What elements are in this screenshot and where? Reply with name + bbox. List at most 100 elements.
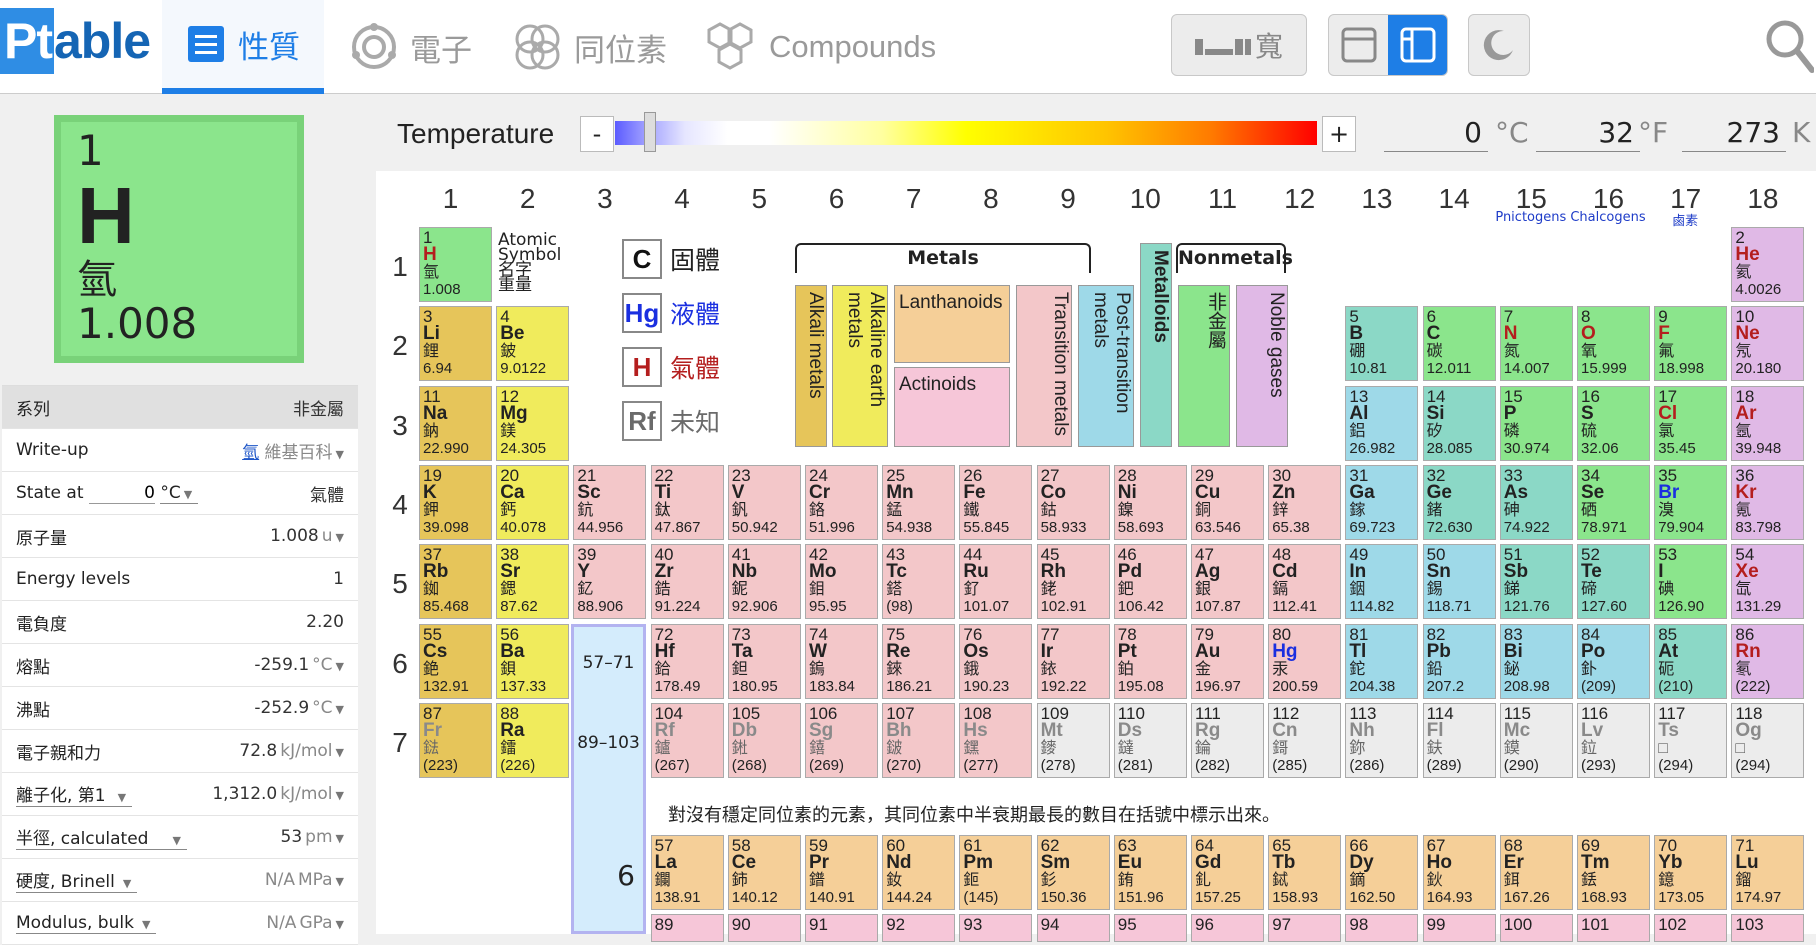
group-number[interactable]: 8: [952, 183, 1029, 215]
temperature-decrease-button[interactable]: -: [580, 116, 614, 152]
element-cell[interactable]: 117 Ts □ (294): [1654, 702, 1728, 778]
element-cell[interactable]: 112 Cn 鎶 (285): [1268, 702, 1342, 778]
tab-isotopes[interactable]: 同位素: [512, 0, 667, 94]
element-cell[interactable]: 109 Mt 䥑 (278): [1036, 702, 1110, 778]
element-cell[interactable]: 25 Mn 錳 54.938: [882, 464, 956, 540]
legend-solid[interactable]: C 固體: [622, 239, 720, 279]
legend-metalloids[interactable]: Metalloids: [1140, 243, 1172, 447]
tab-electrons[interactable]: 電子: [350, 0, 472, 94]
element-cell[interactable]: 61 Pm 鉕 (145): [959, 835, 1033, 910]
fahrenheit-input[interactable]: 32: [1536, 114, 1640, 152]
element-cell[interactable]: 106 Sg 𨭎 (269): [805, 702, 878, 778]
element-cell[interactable]: 48 Cd 鎘 112.41: [1268, 544, 1342, 620]
element-cell[interactable]: 95: [1113, 914, 1187, 942]
element-cell[interactable]: 11 Na 鈉 22.990: [419, 385, 492, 461]
group-number[interactable]: 12: [1261, 183, 1338, 215]
element-cell[interactable]: 115 Mc 鏌 (290): [1499, 702, 1573, 778]
group-number[interactable]: 1: [412, 183, 489, 215]
element-cell[interactable]: 79 Au 金 196.97: [1191, 623, 1264, 699]
element-cell[interactable]: 35 Br 溴 79.904: [1654, 464, 1728, 540]
element-cell[interactable]: 31 Ga 鎵 69.723: [1345, 464, 1419, 540]
element-cell[interactable]: 36 Kr 氪 83.798: [1731, 464, 1805, 540]
element-cell[interactable]: 8 O 氧 15.999: [1577, 306, 1650, 382]
radius-unit-select[interactable]: pm: [305, 827, 332, 847]
element-cell[interactable]: 70 Yb 鐿 173.05: [1654, 835, 1728, 910]
element-cell[interactable]: 51 Sb 銻 121.76: [1499, 544, 1573, 620]
state-unit-select[interactable]: °C ▼: [160, 483, 199, 504]
element-cell[interactable]: 113 Nh 鉨 (286): [1345, 702, 1419, 778]
element-cell[interactable]: 91: [805, 914, 878, 942]
hardness-select[interactable]: 硬度, Brinell ▼: [16, 867, 138, 893]
writeup-link[interactable]: 氫: [242, 443, 259, 463]
period-number[interactable]: 6: [388, 648, 412, 680]
temperature-increase-button[interactable]: +: [1322, 116, 1356, 152]
tab-compounds[interactable]: Compounds: [703, 0, 936, 94]
element-cell[interactable]: 71 Lu 鎦 174.97: [1731, 835, 1805, 910]
element-cell[interactable]: 15 P 磷 30.974: [1499, 385, 1573, 461]
element-cell[interactable]: 16 S 硫 32.06: [1577, 385, 1650, 461]
element-cell[interactable]: 99: [1422, 914, 1496, 942]
element-cell[interactable]: 54 Xe 氙 131.29: [1731, 544, 1805, 620]
element-cell[interactable]: 72 Hf 鉿 178.49: [650, 623, 724, 699]
element-cell[interactable]: 26 Fe 鐵 55.845: [959, 464, 1033, 540]
ionization-select[interactable]: 離子化, 第1 ▼: [16, 781, 133, 807]
element-cell[interactable]: 42 Mo 鉬 95.95: [805, 544, 878, 620]
element-cell[interactable]: 49 In 銦 114.82: [1345, 544, 1419, 620]
kelvin-input[interactable]: 273: [1682, 114, 1786, 152]
element-cell[interactable]: 116 Lv 鉝 (293): [1577, 702, 1650, 778]
temperature-slider-track[interactable]: [615, 121, 1317, 145]
element-cell[interactable]: 58 Ce 鈰 140.12: [727, 835, 801, 910]
writeup-source-select[interactable]: 維基百科: [265, 443, 333, 463]
element-cell[interactable]: 59 Pr 鐠 140.91: [805, 835, 878, 910]
element-cell[interactable]: 6 C 碳 12.011: [1422, 306, 1496, 382]
element-cell[interactable]: 90: [727, 914, 801, 942]
period-number[interactable]: 2: [388, 330, 412, 362]
boil-unit-select[interactable]: °C: [312, 698, 332, 718]
element-cell[interactable]: 57 La 鑭 138.91: [650, 835, 724, 910]
element-cell[interactable]: 105 Db 𨧀 (268): [727, 702, 801, 778]
period-number[interactable]: 7: [388, 727, 412, 759]
element-cell[interactable]: 32 Ge 鍺 72.630: [1422, 464, 1496, 540]
element-cell[interactable]: 22 Ti 鈦 47.867: [650, 464, 724, 540]
element-cell[interactable]: 74 W 鎢 183.84: [805, 623, 878, 699]
group-number[interactable]: 11: [1184, 183, 1261, 215]
legend-noble-gases[interactable]: Noble gases: [1236, 285, 1288, 447]
search-button[interactable]: [1764, 18, 1815, 78]
element-cell[interactable]: 7 N 氮 14.007: [1499, 306, 1573, 382]
element-cell[interactable]: 69 Tm 銩 168.93: [1577, 835, 1650, 910]
element-cell[interactable]: 24 Cr 鉻 51.996: [805, 464, 878, 540]
element-cell[interactable]: 5 B 硼 10.81: [1345, 306, 1419, 382]
element-cell[interactable]: 89: [650, 914, 724, 942]
element-cell[interactable]: 50 Sn 錫 118.71: [1422, 544, 1496, 620]
legend-liquid[interactable]: Hg 液體: [622, 293, 720, 333]
legend-alkaline-earth[interactable]: Alkaline earth metals: [832, 285, 888, 447]
element-cell[interactable]: 84 Po 釙 (209): [1577, 623, 1650, 699]
legend-unknown[interactable]: Rf 未知: [622, 401, 720, 441]
element-cell[interactable]: 60 Nd 釹 144.24: [882, 835, 956, 910]
element-cell[interactable]: 83 Bi 鉍 208.98: [1499, 623, 1573, 699]
group-number[interactable]: 10: [1107, 183, 1184, 215]
element-cell[interactable]: 93: [959, 914, 1033, 942]
ptable-logo[interactable]: Ptable: [0, 8, 151, 78]
element-cell[interactable]: 39 Y 釔 88.906: [573, 544, 647, 620]
wide-layout-button[interactable]: 寬: [1171, 14, 1307, 76]
element-cell[interactable]: 100: [1499, 914, 1573, 942]
element-cell[interactable]: 102: [1654, 914, 1728, 942]
radius-select[interactable]: 半徑, calculated ▼: [16, 824, 187, 850]
element-cell[interactable]: 76 Os 鋨 190.23: [959, 623, 1033, 699]
temperature-slider-handle[interactable]: [644, 112, 656, 152]
melt-unit-select[interactable]: °C: [312, 655, 332, 675]
group-number[interactable]: 7: [875, 183, 952, 215]
element-cell[interactable]: 28 Ni 鎳 58.693: [1113, 464, 1187, 540]
element-cell[interactable]: 47 Ag 銀 107.87: [1191, 544, 1264, 620]
group-number[interactable]: 3: [566, 183, 643, 215]
element-cell[interactable]: 118 Og □ (294): [1731, 702, 1805, 778]
element-cell[interactable]: 73 Ta 鉭 180.95: [727, 623, 801, 699]
element-cell[interactable]: 46 Pd 鈀 106.42: [1113, 544, 1187, 620]
element-cell[interactable]: 3 Li 鋰 6.94: [419, 306, 492, 382]
element-cell[interactable]: 67 Ho 鈥 164.93: [1422, 835, 1496, 910]
lanthanide-actinide-placeholder[interactable]: 57–71 89–103 6: [571, 624, 646, 934]
element-cell[interactable]: 27 Co 鈷 58.933: [1036, 464, 1110, 540]
element-cell[interactable]: 20 Ca 鈣 40.078: [496, 464, 570, 540]
element-cell[interactable]: 68 Er 鉺 167.26: [1499, 835, 1573, 910]
